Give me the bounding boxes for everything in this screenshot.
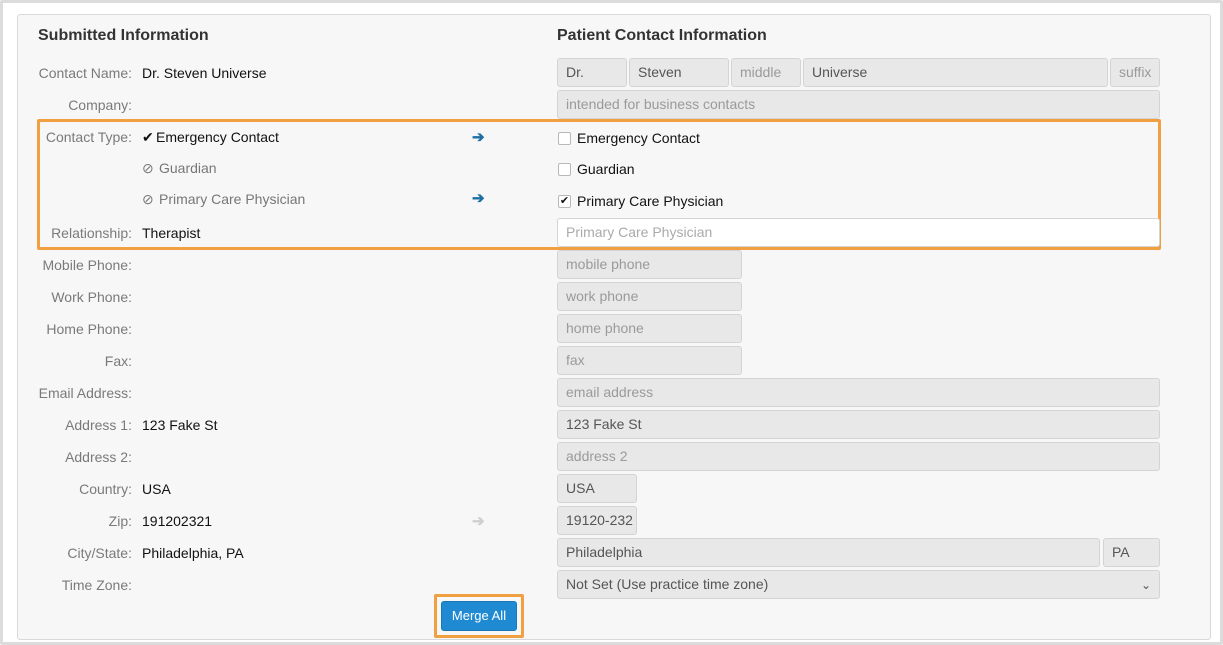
company-label: Company: <box>68 97 132 113</box>
mobile-phone-field[interactable]: mobile phone <box>557 250 742 279</box>
country-label: Country: <box>79 481 132 497</box>
contact-type-pcp-text: Primary Care Physician <box>159 191 306 207</box>
prohibited-icon: ⊘ <box>142 160 154 176</box>
guardian-checkbox[interactable] <box>558 163 571 176</box>
email-label: Email Address: <box>38 385 132 401</box>
work-phone-field[interactable]: work phone <box>557 282 742 311</box>
home-phone-field[interactable]: home phone <box>557 314 742 343</box>
zip-value: 191202321 <box>142 513 213 529</box>
guardian-checkbox-label[interactable]: Guardian <box>577 161 635 177</box>
contact-name-label: Contact Name: <box>38 65 132 81</box>
zip-label: Zip: <box>108 513 132 529</box>
emergency-contact-checkbox[interactable] <box>558 132 571 145</box>
fax-field[interactable]: fax <box>557 346 742 375</box>
address2-label: Address 2: <box>65 449 132 465</box>
zip-field[interactable]: 19120-232 <box>557 506 637 535</box>
mobile-phone-label: Mobile Phone: <box>42 257 132 273</box>
chevron-down-icon: ⌄ <box>1141 578 1152 592</box>
city-state-label: City/State: <box>67 545 132 561</box>
arrow-right-icon[interactable]: ➔ <box>472 189 485 207</box>
time-zone-select[interactable]: Not Set (Use practice time zone) <box>557 570 1160 599</box>
prohibited-icon: ⊘ <box>142 191 154 207</box>
address1-field[interactable]: 123 Fake St <box>557 410 1160 439</box>
home-phone-label: Home Phone: <box>46 321 132 337</box>
suffix-field[interactable]: suffix <box>1110 58 1160 87</box>
contact-name-value: Dr. Steven Universe <box>142 65 267 81</box>
primary-care-physician-checkbox[interactable]: ✔ <box>558 195 571 208</box>
patient-contact-heading: Patient Contact Information <box>557 27 767 44</box>
contact-type-emergency-text: Emergency Contact <box>156 129 279 145</box>
relationship-label: Relationship: <box>51 225 132 241</box>
city-state-value: Philadelphia, PA <box>142 545 244 561</box>
primary-care-physician-checkbox-label[interactable]: Primary Care Physician <box>577 193 723 209</box>
address2-field[interactable]: address 2 <box>557 442 1160 471</box>
country-field[interactable]: USA <box>557 474 637 503</box>
middle-name-field[interactable]: middle <box>731 58 801 87</box>
contact-type-label: Contact Type: <box>45 129 132 145</box>
emergency-contact-checkbox-label[interactable]: Emergency Contact <box>577 130 700 146</box>
relationship-field[interactable]: Primary Care Physician <box>557 218 1160 247</box>
time-zone-label: Time Zone: <box>61 577 132 593</box>
first-name-field[interactable]: Steven <box>629 58 729 87</box>
company-field[interactable]: intended for business contacts <box>557 90 1160 119</box>
last-name-field[interactable]: Universe <box>803 58 1108 87</box>
contact-type-pcp: ⊘ Primary Care Physician <box>142 191 305 208</box>
address1-label: Address 1: <box>65 417 132 433</box>
contact-type-emergency: ✔ Emergency Contact <box>142 129 279 146</box>
submitted-info-heading: Submitted Information <box>38 27 209 44</box>
state-field[interactable]: PA <box>1103 538 1160 567</box>
work-phone-label: Work Phone: <box>51 289 132 305</box>
check-icon: ✔ <box>142 129 154 145</box>
email-field[interactable]: email address <box>557 378 1160 407</box>
city-field[interactable]: Philadelphia <box>557 538 1100 567</box>
address1-value: 123 Fake St <box>142 417 218 433</box>
arrow-right-icon[interactable]: ➔ <box>472 128 485 146</box>
prefix-field[interactable]: Dr. <box>557 58 627 87</box>
relationship-value: Therapist <box>142 225 201 241</box>
merge-all-button[interactable]: Merge All <box>441 601 517 631</box>
contact-type-guardian-text: Guardian <box>159 160 217 176</box>
contact-type-guardian: ⊘ Guardian <box>142 160 217 177</box>
arrow-right-icon: ➔ <box>472 513 485 530</box>
country-value: USA <box>142 481 171 497</box>
fax-label: Fax: <box>104 353 132 369</box>
